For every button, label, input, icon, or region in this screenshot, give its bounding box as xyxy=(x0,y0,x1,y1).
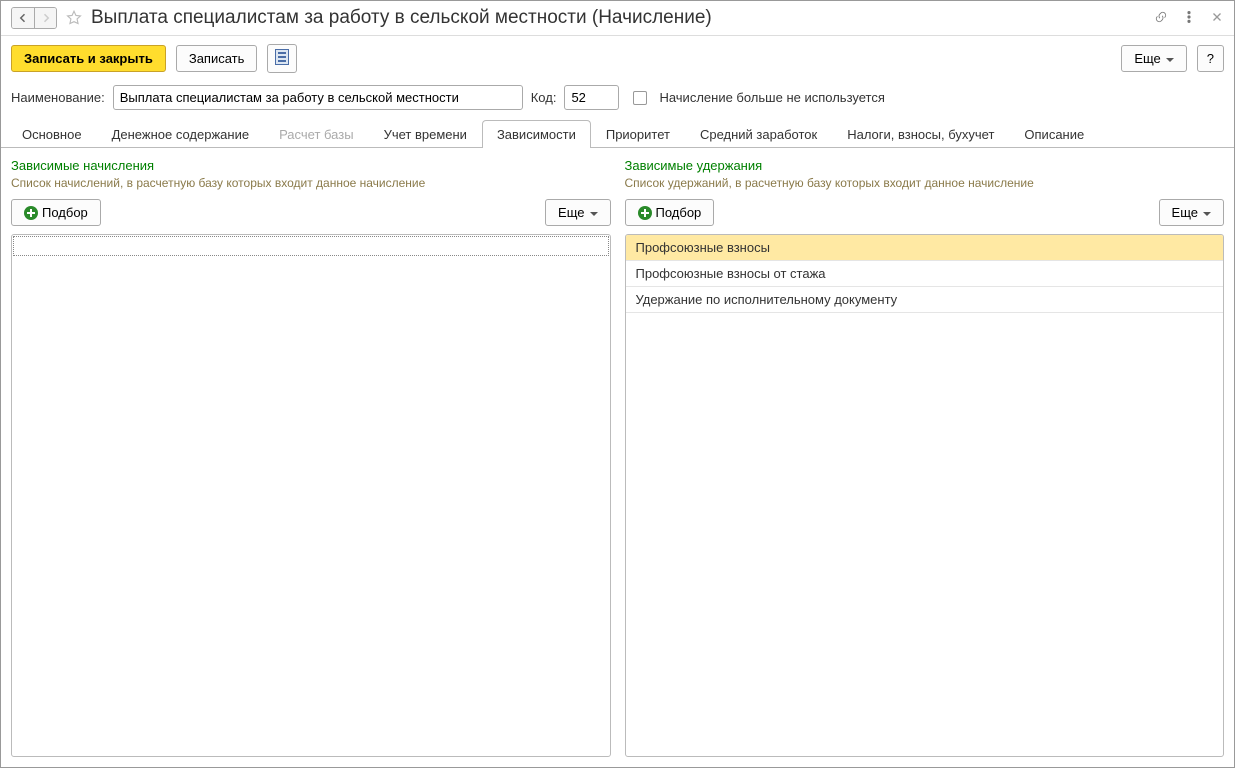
left-pane-title: Зависимые начисления xyxy=(11,158,611,173)
code-input[interactable] xyxy=(564,85,619,110)
unused-checkbox[interactable] xyxy=(633,91,647,105)
link-icon[interactable] xyxy=(1154,10,1168,27)
empty-row[interactable] xyxy=(13,236,609,256)
list-item[interactable]: Удержание по исполнительному документу xyxy=(626,287,1224,313)
nav-back-button[interactable] xyxy=(12,8,34,28)
tab-bar: Основное Денежное содержание Расчет базы… xyxy=(1,120,1234,148)
kebab-menu-icon[interactable] xyxy=(1182,10,1196,27)
nav-forward-button[interactable] xyxy=(34,8,56,28)
save-button[interactable]: Записать xyxy=(176,45,258,72)
left-more-button[interactable]: Еще xyxy=(545,199,610,226)
dependent-deductions-pane: Зависимые удержания Список удержаний, в … xyxy=(625,158,1225,757)
left-select-button[interactable]: Подбор xyxy=(11,199,101,226)
right-select-label: Подбор xyxy=(656,205,702,220)
document-icon xyxy=(275,49,289,65)
plus-icon xyxy=(638,206,652,220)
tab-description[interactable]: Описание xyxy=(1009,120,1099,148)
favorite-star-icon[interactable] xyxy=(65,9,83,27)
plus-icon xyxy=(24,206,38,220)
right-pane-title: Зависимые удержания xyxy=(625,158,1225,173)
dependent-accruals-pane: Зависимые начисления Список начислений, … xyxy=(11,158,611,757)
unused-label: Начисление больше не используется xyxy=(659,90,884,105)
right-select-button[interactable]: Подбор xyxy=(625,199,715,226)
tab-money-content[interactable]: Денежное содержание xyxy=(97,120,264,148)
tab-base-calc[interactable]: Расчет базы xyxy=(264,120,369,148)
code-label: Код: xyxy=(531,90,557,105)
tab-dependencies[interactable]: Зависимости xyxy=(482,120,591,148)
tab-average-income[interactable]: Средний заработок xyxy=(685,120,832,148)
name-input[interactable] xyxy=(113,85,523,110)
document-button[interactable] xyxy=(267,44,297,73)
page-title: Выплата специалистам за работу в сельско… xyxy=(91,7,1154,29)
list-item[interactable]: Профсоюзные взносы от стажа xyxy=(626,261,1224,287)
right-pane-desc: Список удержаний, в расчетную базу котор… xyxy=(625,175,1225,191)
toolbar-more-button[interactable]: Еще xyxy=(1121,45,1186,72)
left-select-label: Подбор xyxy=(42,205,88,220)
tab-time[interactable]: Учет времени xyxy=(369,120,482,148)
save-and-close-button[interactable]: Записать и закрыть xyxy=(11,45,166,72)
close-icon[interactable] xyxy=(1210,10,1224,27)
tab-taxes[interactable]: Налоги, взносы, бухучет xyxy=(832,120,1009,148)
list-item[interactable]: Профсоюзные взносы xyxy=(626,235,1224,261)
left-pane-desc: Список начислений, в расчетную базу кото… xyxy=(11,175,611,191)
tab-priority[interactable]: Приоритет xyxy=(591,120,685,148)
help-button[interactable]: ? xyxy=(1197,45,1224,72)
dependent-deductions-list[interactable]: Профсоюзные взносы Профсоюзные взносы от… xyxy=(625,234,1225,757)
right-more-button[interactable]: Еще xyxy=(1159,199,1224,226)
dependent-accruals-list[interactable] xyxy=(11,234,611,757)
name-label: Наименование: xyxy=(11,90,105,105)
tab-main[interactable]: Основное xyxy=(7,120,97,148)
